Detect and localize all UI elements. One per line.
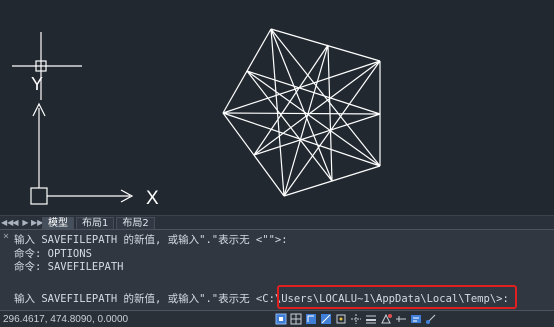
tab-nav-first-button[interactable]: ◀◀ xyxy=(1,217,13,229)
spoke-line xyxy=(283,44,329,197)
close-icon[interactable]: × xyxy=(3,231,9,242)
drawing-canvas[interactable]: Y X xyxy=(0,0,554,215)
inner-star-line xyxy=(253,44,329,156)
osnap-icon[interactable] xyxy=(335,313,347,325)
tpy-icon[interactable] xyxy=(395,313,407,325)
spoke-line xyxy=(246,70,381,167)
grid-icon[interactable] xyxy=(290,313,302,325)
polar-icon[interactable] xyxy=(320,313,332,325)
inner-star-line xyxy=(327,44,333,182)
ucs-y-label: Y xyxy=(31,74,43,94)
command-history-line: 命令: OPTIONS xyxy=(14,248,92,260)
crosshair-cursor xyxy=(12,32,82,100)
tab-nav-last-button[interactable]: ▶▶ xyxy=(31,217,43,229)
pentagon-geometry xyxy=(222,28,381,197)
qp-icon[interactable] xyxy=(410,313,422,325)
command-line-pane[interactable]: × 输入 SAVEFILEPATH 的新值, 或输入"."表示无 <"">: 命… xyxy=(0,229,554,311)
ucs-x-label: X xyxy=(146,188,159,209)
tab-nav-next-button[interactable]: ▶ xyxy=(21,217,30,229)
tab-model[interactable]: 模型 xyxy=(42,216,74,230)
tab-nav-prev-button[interactable]: ◀ xyxy=(11,217,20,229)
tab-layout1[interactable]: 布局1 xyxy=(76,216,115,230)
pentagon-edge xyxy=(270,28,381,62)
snap-icon[interactable] xyxy=(275,313,287,325)
sc-icon[interactable] xyxy=(425,313,437,325)
command-history-line: 命令: SAVEFILEPATH xyxy=(14,261,124,273)
status-bar: 296.4617, 474.8090, 0.0000 xyxy=(0,310,554,327)
tab-layout2[interactable]: 布局2 xyxy=(116,216,155,230)
pentagon-edge xyxy=(222,112,285,197)
ortho-icon[interactable] xyxy=(305,313,317,325)
drawing-svg: Y X xyxy=(12,28,381,209)
coordinate-readout: 296.4617, 474.8090, 0.0000 xyxy=(3,313,129,325)
otrack-icon[interactable] xyxy=(350,313,362,325)
annotation-highlight-box xyxy=(277,285,517,309)
spoke-line xyxy=(222,112,381,115)
command-history-line: 输入 SAVEFILEPATH 的新值, 或输入"."表示无 <"">: xyxy=(14,234,288,246)
ucs-icon xyxy=(30,102,134,205)
inner-star-line xyxy=(246,70,381,115)
lineweight-icon[interactable] xyxy=(365,313,377,325)
layout-tab-bar: ◀◀ ◀ ▶ ▶▶ 模型 布局1 布局2 xyxy=(0,215,554,230)
dyn-icon[interactable] xyxy=(380,313,392,325)
